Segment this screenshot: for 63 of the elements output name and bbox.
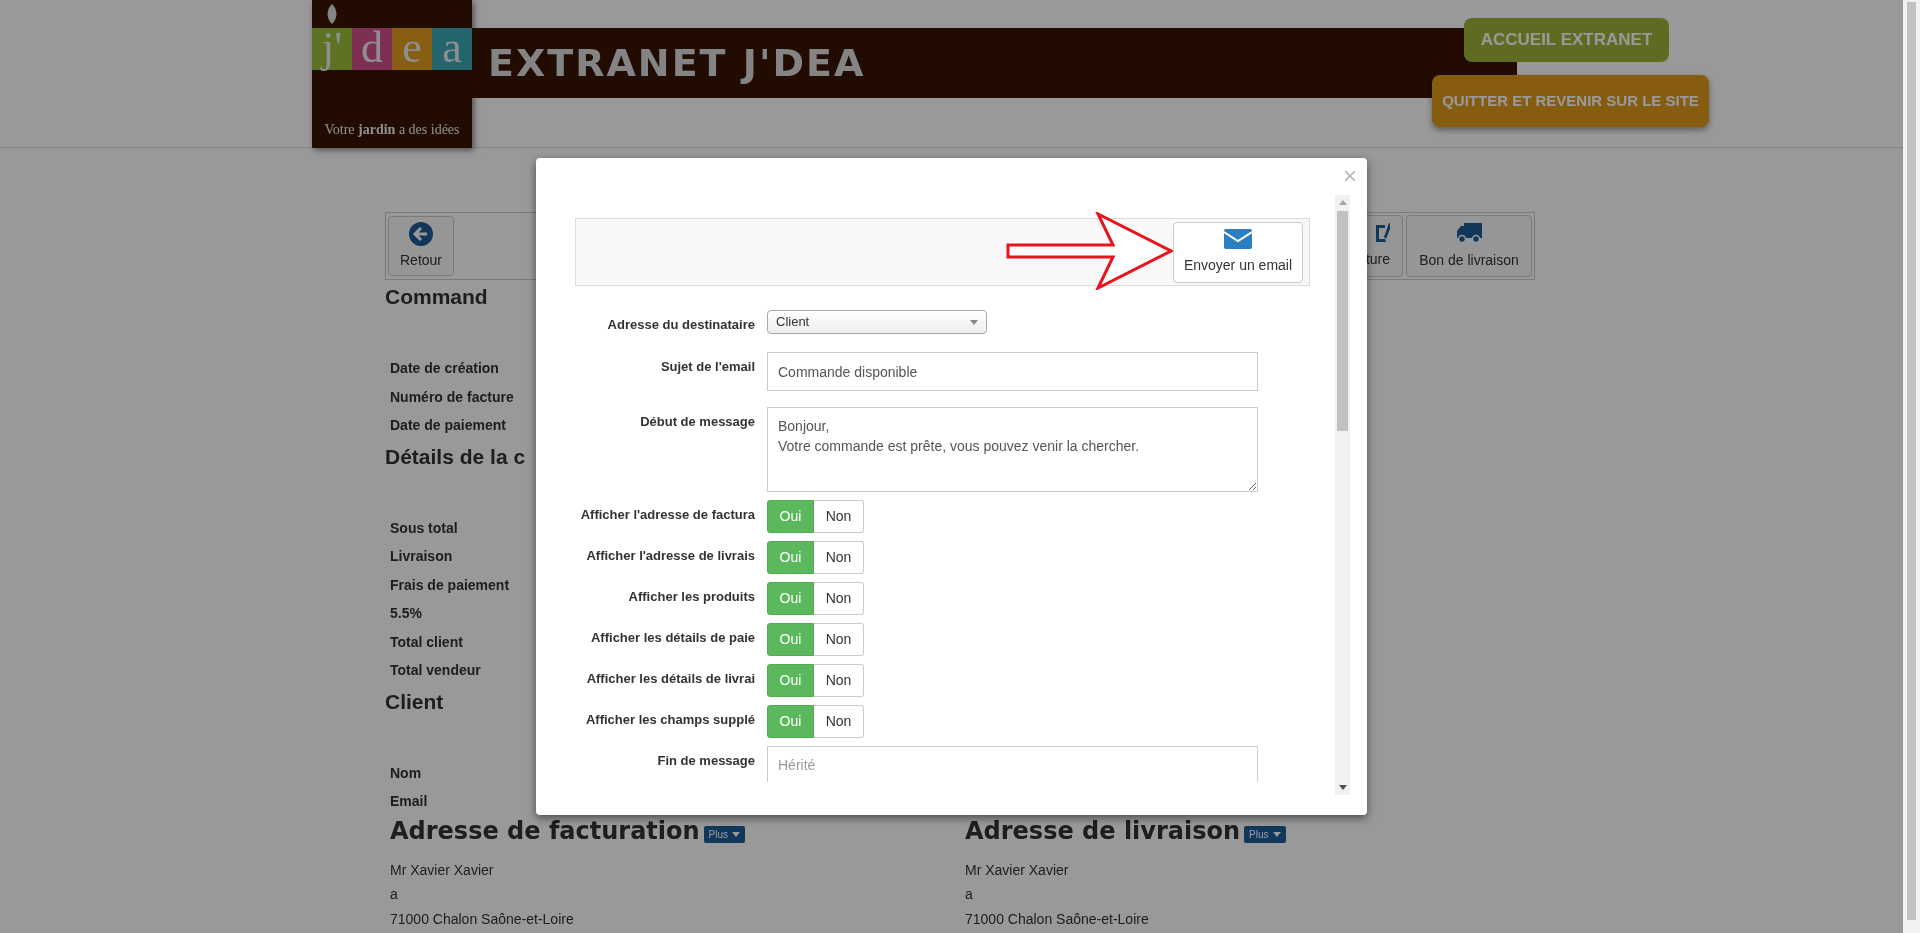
more-dropdown-button[interactable]: Plus	[703, 826, 746, 843]
no-toggle[interactable]: Non	[814, 582, 864, 615]
subject-field[interactable]: Commande disponible	[767, 352, 1258, 391]
field-label: Afficher les produits	[628, 589, 755, 604]
section-heading: Client	[385, 688, 444, 715]
info-label: Sous total	[390, 518, 458, 538]
address-line: Mr Xavier Xavier	[965, 860, 1069, 880]
logo-letter: j'	[312, 28, 352, 70]
address-line: 71000 Chalon Saône-et-Loire	[390, 909, 574, 929]
caret-icon	[1272, 832, 1281, 837]
info-label: 5.5%	[390, 604, 422, 623]
no-toggle[interactable]: Non	[814, 500, 864, 533]
message-end-field[interactable]: Hérité	[767, 746, 1258, 782]
address-line: 71000 Chalon Saône-et-Loire	[965, 909, 1149, 929]
truck-icon	[1455, 221, 1483, 244]
info-label: Livraison	[390, 547, 453, 566]
logo-tagline: Votre jardin a des idées	[324, 121, 460, 139]
address-line: a	[965, 885, 973, 904]
recipient-select[interactable]: Client	[767, 310, 987, 334]
caret-icon	[1338, 200, 1347, 205]
delivery-note-button[interactable]: Bon de livraison	[1406, 215, 1532, 277]
info-label: Total vendeur	[390, 661, 481, 680]
edit-icon	[1376, 222, 1390, 243]
info-label: Email	[390, 792, 428, 811]
message-start-field[interactable]: Bonjour, Votre commande est prête, vous pouvez venir la chercher.	[767, 407, 1258, 492]
field-label: Afficher les champs supplé	[585, 712, 755, 727]
no-toggle[interactable]: Non	[814, 705, 864, 738]
no-toggle[interactable]: Non	[814, 541, 864, 574]
field-label: Afficher l'adresse de factura	[580, 507, 755, 522]
info-label: Nom	[390, 763, 422, 783]
info-label: Frais de paiement	[390, 575, 510, 595]
logo-letter: e	[392, 28, 432, 70]
logo-letter: a	[432, 28, 472, 70]
field-label: Fin de message	[657, 753, 755, 768]
logo[interactable]: j' d e a Votre jardin a des idées	[312, 0, 472, 148]
field-label: Afficher l'adresse de livrais	[586, 548, 755, 563]
field-label: Adresse du destinataire	[607, 317, 755, 332]
back-button[interactable]: Retour	[388, 216, 454, 276]
more-dropdown-button[interactable]: Plus	[1244, 826, 1286, 843]
info-label: Date de paiement	[390, 416, 506, 435]
no-toggle[interactable]: Non	[814, 623, 864, 656]
info-label: Date de création	[390, 359, 499, 378]
section-heading: Command	[385, 284, 488, 310]
envelope-icon	[1224, 228, 1252, 249]
address-heading: Adresse de livraison	[965, 815, 1241, 846]
info-label: Total client	[390, 632, 463, 652]
field-label: Afficher les détails de livrai	[586, 671, 755, 686]
field-label: Sujet de l'email	[660, 359, 755, 374]
address-line: Mr Xavier Xavier	[390, 860, 494, 880]
scrollbar-thumb[interactable]	[1337, 211, 1348, 431]
logo-letter: d	[352, 28, 392, 70]
section-heading: Détails de la c	[385, 443, 526, 470]
field-label: Début de message	[640, 414, 755, 429]
send-email-button[interactable]: Envoyer un email	[1173, 221, 1303, 283]
address-heading: Adresse de facturation	[390, 815, 700, 846]
no-toggle[interactable]: Non	[814, 664, 864, 697]
caret-icon	[1338, 785, 1347, 790]
caret-icon	[732, 832, 741, 837]
address-line: a	[390, 885, 398, 904]
field-label: Afficher les détails de paie	[591, 630, 755, 645]
info-label: Numéro de facture	[390, 387, 514, 407]
caret-icon	[970, 319, 978, 325]
site-title: EXTRANET J'DEA	[488, 39, 866, 87]
